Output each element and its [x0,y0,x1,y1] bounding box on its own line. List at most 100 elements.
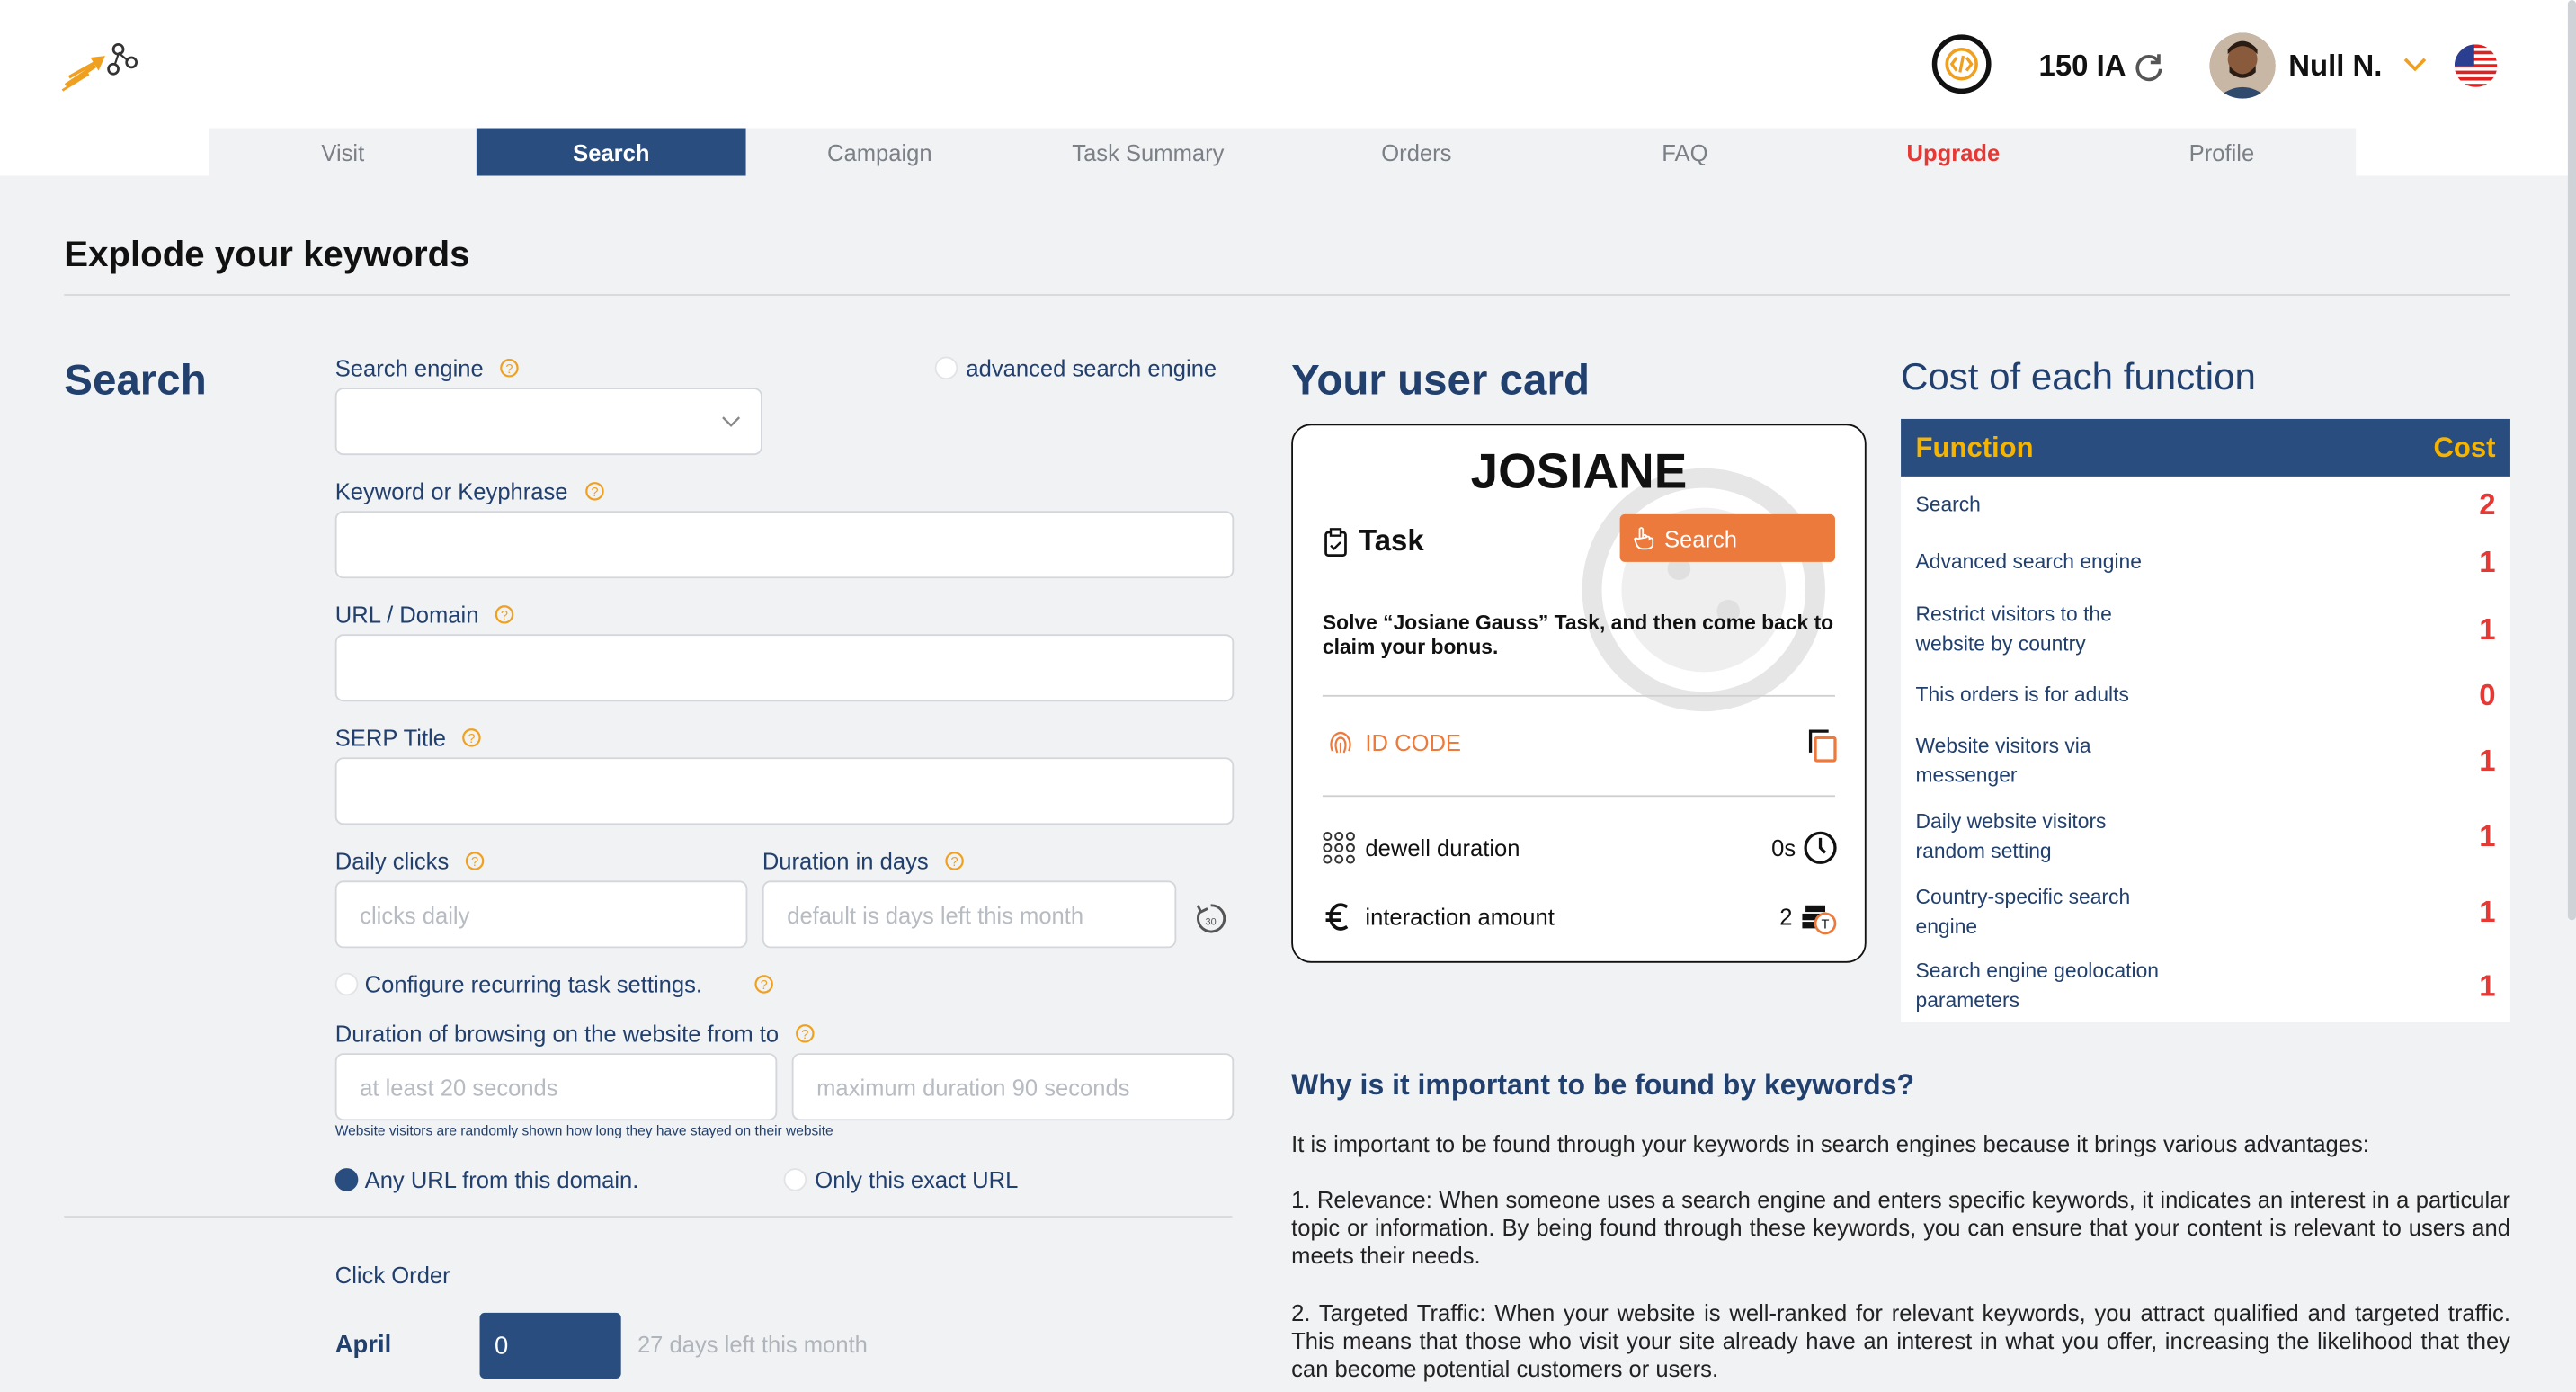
svg-text:T: T [1822,917,1830,932]
cost-row-value: 2 [2479,488,2496,522]
cost-table: Function Cost Search 2 Advanced search en… [1901,418,2510,1022]
serp-title-input[interactable] [334,757,1235,825]
search-engine-select[interactable] [334,388,762,456]
tab-orders[interactable]: Orders [1282,129,1551,176]
dwell-duration-value: 0s [1771,834,1796,861]
browsing-min-input[interactable]: at least 20 seconds [334,1053,778,1121]
card-divider [1322,694,1835,697]
help-icon[interactable]: ? [795,1023,815,1043]
tab-visit[interactable]: Visit [209,129,477,176]
help-icon[interactable]: ? [500,358,520,378]
svg-text:?: ? [951,855,958,870]
svg-text:?: ? [506,362,513,377]
card-search-label: Search [1663,524,1738,552]
daily-clicks-input[interactable]: clicks daily [334,880,748,949]
user-card: JOSIANE Task Search Solve “Josiane Gauss… [1291,424,1867,963]
cost-row-value: 1 [2479,968,2496,1003]
search-engine-label: Search engine ? [335,355,520,381]
app-logo-icon[interactable] [59,36,141,95]
advanced-search-engine-label: advanced search engine [966,354,1217,381]
help-icon[interactable]: ? [462,727,482,747]
help-icon[interactable]: ? [945,851,965,870]
recurring-task-label: Configure recurring task settings. ? [365,971,775,997]
keyword-input[interactable] [334,511,1235,579]
help-icon[interactable]: ? [584,481,604,501]
url-input[interactable] [334,634,1235,702]
serp-title-label-text: SERP Title [334,724,446,752]
card-name: JOSIANE [1470,445,1688,500]
top-header: 150 IA Null N. Visit Search Campaign Tas… [0,0,2576,176]
svg-text:?: ? [761,978,768,993]
interaction-amount-row: interaction amount 2 T [1323,898,1839,935]
username[interactable]: Null N. [2288,49,2382,84]
svg-text:?: ? [468,732,476,746]
cost-row-name: Advanced search engine [1915,550,2142,575]
advanced-search-engine-radio[interactable] [934,356,958,380]
tab-upgrade[interactable]: Upgrade [1819,129,2088,176]
duration-days-input[interactable]: default is days left this month [762,880,1177,949]
cost-row-name: This orders is for adults [1915,683,2129,707]
interaction-amount-label: interaction amount [1365,903,1555,931]
tab-task-summary[interactable]: Task Summary [1014,129,1283,176]
credits-counter: 150 IA [2039,49,2166,84]
cost-row-name: Search [1915,493,1981,517]
help-icon[interactable]: ? [495,604,515,624]
browsing-max-input[interactable]: maximum duration 90 seconds [791,1053,1235,1121]
dwell-duration-label: dewell duration [1365,834,1520,861]
euro-icon [1325,903,1349,931]
cost-table-header: Function Cost [1901,418,2510,477]
table-row: Search 2 [1901,477,2510,534]
tab-campaign[interactable]: Campaign [745,129,1014,176]
why-paragraph-2: 2. Targeted Traffic: When your website i… [1291,1299,2510,1382]
chevron-down-icon [722,416,741,427]
task-description: Solve “Josiane Gauss” Task, and then com… [1322,611,1834,659]
table-row: Search engine geolocation parameters 1 [1901,950,2510,1022]
copy-icon[interactable] [1805,727,1839,763]
fingerprint-icon [1330,731,1351,754]
watermark-icon [1582,468,1826,712]
tab-faq[interactable]: FAQ [1551,129,1820,176]
help-icon[interactable]: ? [466,851,486,870]
browsing-note: Website visitors are randomly shown how … [334,1121,833,1139]
tab-profile[interactable]: Profile [2088,129,2357,176]
table-row: Restrict visitors to the website by coun… [1901,592,2510,667]
dots-grid-icon [1323,832,1355,864]
user-card-title: Your user card [1291,354,1590,405]
interaction-amount-value: 2 [1779,903,1793,931]
recurring-task-radio[interactable] [334,972,359,996]
refresh-icon[interactable] [2133,50,2166,84]
exact-url-radio[interactable] [783,1168,807,1191]
tab-search[interactable]: Search [477,128,746,176]
month-clicks-input[interactable]: 0 [479,1312,621,1379]
form-divider [64,1216,1233,1218]
coins-stack-icon: T [1802,905,1837,935]
browsing-duration-label-text: Duration of browsing on the website from… [334,1020,780,1047]
days-left-text: 27 days left this month [637,1331,868,1358]
chevron-down-icon[interactable] [2402,52,2428,82]
reset-30-icon[interactable]: 30 [1193,900,1229,936]
daily-clicks-label: Daily clicks ? [335,848,486,874]
title-divider [64,294,2510,296]
any-url-radio[interactable] [334,1168,359,1191]
id-code-label: ID CODE [1365,729,1462,756]
cost-row-value: 1 [2479,744,2496,777]
svg-text:?: ? [801,1028,808,1042]
scrollbar[interactable] [2567,0,2576,921]
dwell-duration-row: dewell duration 0s [1323,830,1839,866]
click-order-label: Click Order [334,1262,450,1289]
cost-row-name: Restrict visitors to the website by coun… [1915,602,2112,656]
svg-text:?: ? [502,609,509,623]
serp-title-label: SERP Title ? [335,725,482,751]
us-flag-icon[interactable] [2454,44,2498,87]
url-label-text: URL / Domain [334,601,479,628]
why-paragraph-1: 1. Relevance: When someone uses a search… [1291,1186,2510,1269]
table-row: Advanced search engine 1 [1901,534,2510,592]
card-search-button[interactable]: Search [1619,513,1835,562]
table-row: Website visitors via messenger 1 [1901,723,2510,799]
daily-clicks-label-text: Daily clicks [334,847,450,875]
cost-head-function: Function [1915,431,2034,463]
avatar[interactable] [2209,32,2276,99]
help-icon[interactable]: ? [754,975,774,995]
ia-coin-icon[interactable] [1931,34,1992,94]
clock-icon [1804,831,1837,864]
